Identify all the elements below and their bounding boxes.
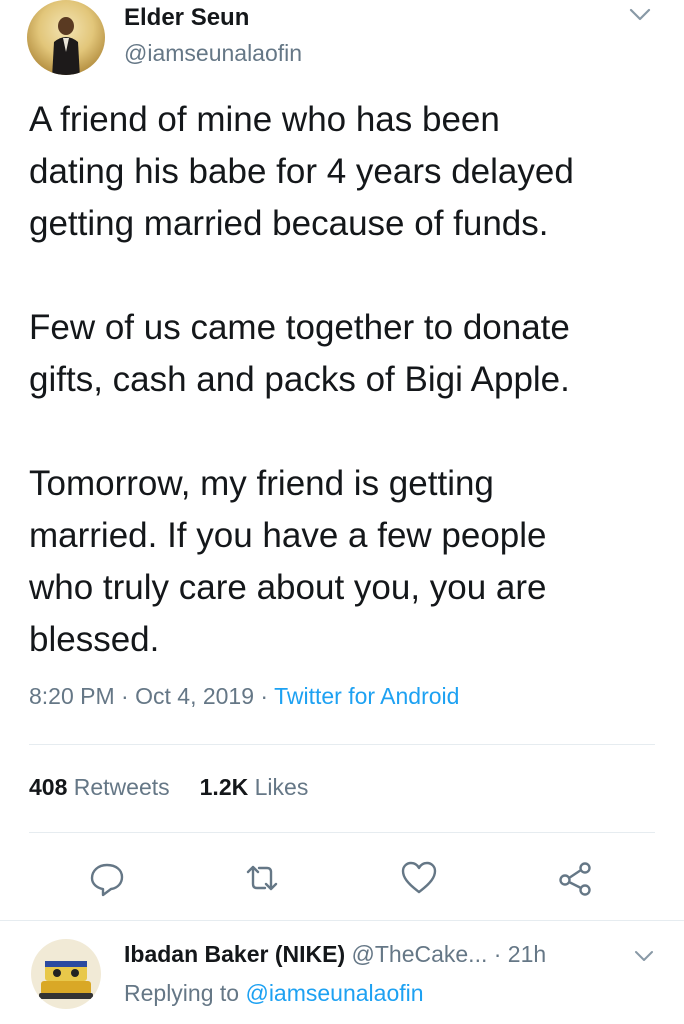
retweets-count: 408 — [29, 774, 68, 800]
reply-author-name[interactable]: Ibadan Baker (NIKE) — [124, 941, 345, 967]
retweets-stat[interactable]: 408 Retweets — [29, 774, 170, 800]
meta-separator: · — [260, 683, 269, 709]
tweet-line: A friend of mine who has been — [29, 100, 500, 139]
author-avatar[interactable] — [27, 0, 105, 75]
share-button[interactable] — [555, 858, 595, 898]
author-name[interactable]: Elder Seun — [124, 4, 249, 32]
divider — [29, 744, 655, 745]
author-photo — [52, 17, 80, 75]
author-handle[interactable]: @iamseunalaofin — [124, 40, 302, 67]
like-button[interactable] — [399, 858, 439, 898]
divider — [29, 832, 655, 833]
tweet-paragraph: A friend of mine who has been dating his… — [29, 94, 669, 250]
chevron-down-icon[interactable] — [627, 4, 653, 24]
tweet-line: getting married because of funds. — [29, 204, 549, 243]
retweets-label: Retweets — [73, 774, 170, 800]
tweet-line: Tomorrow, my friend is getting — [29, 464, 494, 503]
reply-author-avatar[interactable] — [31, 939, 101, 1009]
divider — [0, 920, 684, 921]
replying-to: Replying to @iamseunalaofin — [124, 980, 424, 1007]
likes-count: 1.2K — [199, 774, 249, 800]
tweet-line: blessed. — [29, 620, 160, 659]
reply-age: 21h — [507, 941, 547, 967]
meta-separator: · — [121, 683, 129, 709]
replying-mention[interactable]: @iamseunalaofin — [245, 980, 423, 1006]
tweet-paragraph: Few of us came together to donate gifts,… — [29, 302, 669, 406]
chevron-down-icon[interactable] — [633, 948, 655, 964]
tweet-source-link[interactable]: Twitter for Android — [274, 683, 459, 709]
retweet-button[interactable] — [242, 858, 282, 898]
tweet-paragraph: Tomorrow, my friend is getting married. … — [29, 458, 669, 666]
tweet-stats: 408 Retweets 1.2K Likes — [29, 774, 308, 801]
tweet-line: gifts, cash and packs of Bigi Apple. — [29, 360, 570, 399]
cake-icon — [39, 961, 93, 999]
like-icon — [401, 861, 437, 894]
tweet-line: Few of us came together to donate — [29, 308, 570, 347]
likes-label: Likes — [254, 774, 309, 800]
reply-button[interactable] — [87, 858, 127, 898]
tweet-detail-page: Elder Seun @iamseunalaofin A friend of m… — [0, 0, 684, 1024]
reply-separator: · — [493, 941, 502, 967]
tweet-date[interactable]: Oct 4, 2019 — [135, 683, 254, 709]
tweet-line: who truly care about you, you are — [29, 568, 547, 607]
tweet-meta: 8:20 PM · Oct 4, 2019 · Twitter for Andr… — [29, 683, 459, 710]
retweet-icon — [246, 865, 278, 891]
tweet-time[interactable]: 8:20 PM — [29, 683, 115, 709]
tweet-line: married. If you have a few people — [29, 516, 547, 555]
reply-author-handle[interactable]: @TheCake... — [352, 941, 488, 967]
share-icon — [559, 862, 591, 896]
reply-header: Ibadan Baker (NIKE) @TheCake... · 21h — [124, 941, 644, 968]
replying-prefix: Replying to — [124, 980, 240, 1006]
likes-stat[interactable]: 1.2K Likes — [200, 774, 309, 800]
reply-icon — [90, 863, 124, 897]
tweet-line: dating his babe for 4 years delayed — [29, 152, 574, 191]
tweet-text: A friend of mine who has been dating his… — [29, 94, 669, 666]
